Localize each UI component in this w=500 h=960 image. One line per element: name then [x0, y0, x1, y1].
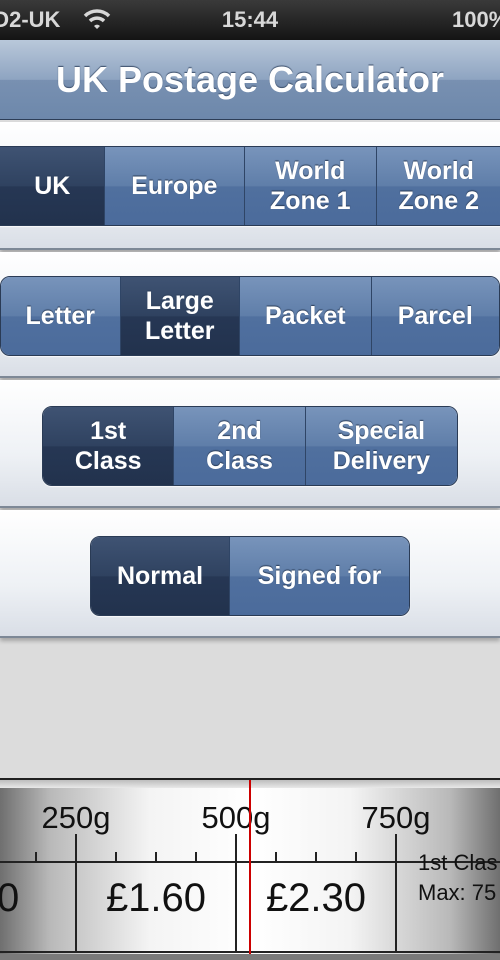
delivery-signed-for-button[interactable]: Signed for	[230, 537, 409, 615]
class-special-delivery-button[interactable]: Special Delivery	[305, 407, 457, 485]
format-parcel-button[interactable]: Parcel	[371, 277, 499, 355]
battery-level: 100%	[452, 7, 500, 32]
navigation-bar: UK Postage Calculator	[0, 40, 500, 120]
destination-europe-button[interactable]: Europe	[104, 147, 246, 225]
class-2nd-button[interactable]: 2nd Class	[174, 407, 306, 485]
clock: 15:44	[221, 7, 279, 32]
scale-bottom-edge	[0, 954, 500, 960]
weight-scale-slider[interactable]: 250g 500g 750g 20 £1.60 £2.30 1st Clas M…	[0, 778, 500, 960]
destination-world-zone-1-button[interactable]: World Zone 1	[245, 147, 377, 225]
destination-panel: UK Europe World Zone 1 World Zone 2	[0, 122, 500, 250]
format-packet-button[interactable]: Packet	[240, 277, 372, 355]
class-selector: 1st Class 2nd Class Special Delivery	[42, 406, 458, 486]
status-bar: O2-UK 15:44 100%	[0, 0, 500, 40]
class-panel: 1st Class 2nd Class Special Delivery	[0, 380, 500, 508]
delivery-normal-button[interactable]: Normal	[91, 537, 231, 615]
class-1st-button[interactable]: 1st Class	[43, 407, 175, 485]
format-panel: Letter Large Letter Packet Parcel	[0, 252, 500, 378]
format-large-letter-button[interactable]: Large Letter	[120, 277, 241, 355]
format-selector: Letter Large Letter Packet Parcel	[0, 276, 500, 356]
format-letter-button[interactable]: Letter	[1, 277, 121, 355]
destination-world-zone-2-button[interactable]: World Zone 2	[376, 147, 500, 225]
page-title: UK Postage Calculator	[55, 59, 445, 100]
destination-uk-button[interactable]: UK	[0, 147, 105, 225]
destination-selector: UK Europe World Zone 1 World Zone 2	[0, 146, 500, 226]
delivery-selector: Normal Signed for	[90, 536, 410, 616]
weight-indicator-line[interactable]	[0, 780, 500, 960]
delivery-panel: Normal Signed for	[0, 510, 500, 638]
